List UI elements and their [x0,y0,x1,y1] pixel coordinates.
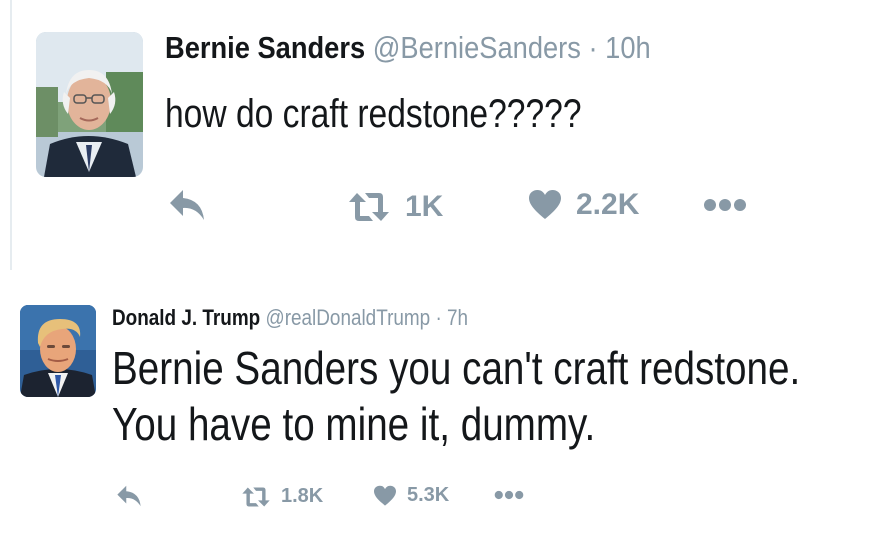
like-button[interactable]: 2.2K [528,188,639,222]
reply-icon [170,190,204,220]
avatar[interactable] [36,32,143,177]
tweet-header: Donald J. Trump @realDonaldTrump · 7h [112,305,468,331]
more-button[interactable] [494,490,524,500]
display-name[interactable]: Donald J. Trump [112,305,260,330]
separator-dot: · [588,30,598,65]
retweet-count: 1.8K [281,485,324,507]
timestamp[interactable]: 10h [605,30,651,65]
reply-icon [117,485,141,507]
user-handle[interactable]: @realDonaldTrump [265,305,430,330]
timestamp[interactable]: 7h [447,305,468,330]
like-button[interactable]: 5.3K [373,484,449,507]
avatar-photo-icon [36,32,143,177]
tweet-header: Bernie Sanders @BernieSanders · 10h [165,30,651,66]
retweet-icon [349,193,389,221]
tweet-text-line: Bernie Sanders you can't craft redstone. [112,342,801,394]
thread-divider [10,0,12,270]
tweet-text: how do craft redstone????? [165,92,582,137]
tweet-bernie[interactable]: Bernie Sanders @BernieSanders · 10h how … [0,0,883,270]
heart-icon [374,485,396,506]
user-handle[interactable]: @BernieSanders [373,30,581,65]
retweet-button[interactable]: 1.8K [241,485,323,508]
separator-dot: · [435,305,442,330]
tweet-text-line: how do craft redstone????? [165,92,582,136]
avatar-photo-icon [20,305,96,397]
more-button[interactable] [703,198,747,212]
retweet-count: 1K [405,190,444,223]
tweet-text-line: You have to mine it, dummy. [112,398,596,450]
like-count: 5.3K [407,484,450,506]
like-count: 2.2K [576,188,640,221]
avatar[interactable] [20,305,96,397]
reply-button[interactable] [168,188,206,222]
retweet-button[interactable]: 1K [347,190,443,224]
more-dots-icon [494,490,524,500]
more-dots-icon [704,199,746,211]
reply-button[interactable] [116,484,142,508]
tweet-text: Bernie Sanders you can't craft redstone.… [112,340,800,452]
retweet-icon [242,486,270,507]
display-name[interactable]: Bernie Sanders [165,30,365,65]
heart-icon [529,190,561,219]
